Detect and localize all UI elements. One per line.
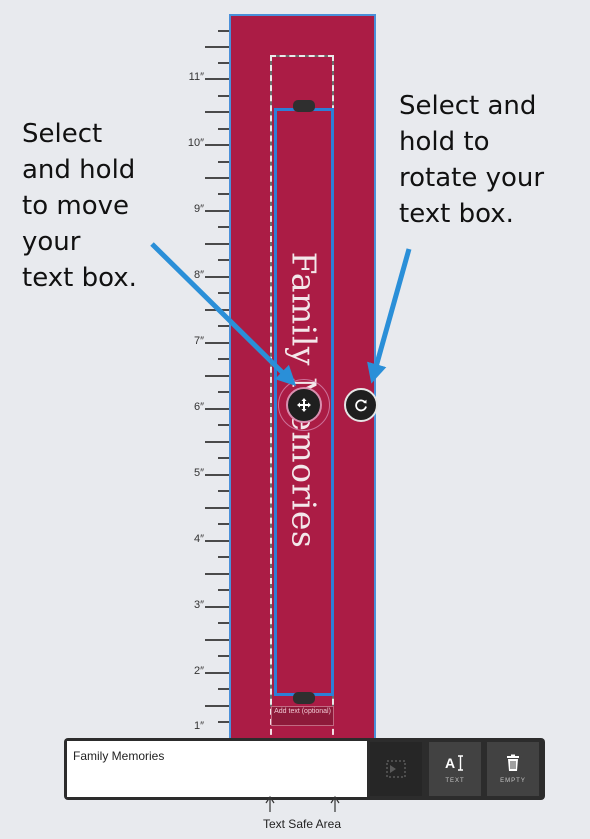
- ruler-label-3: 3″: [193, 599, 204, 611]
- safe-area-caption: Text Safe Area: [262, 817, 342, 831]
- ruler-label-10: 10″: [187, 137, 204, 149]
- move-arrows-icon: [297, 398, 311, 412]
- empty-button[interactable]: EMPTY: [487, 742, 539, 796]
- ruler-label-1: 1″: [193, 720, 204, 732]
- ruler-tick: [205, 441, 232, 443]
- ruler-label-6: 6″: [193, 401, 204, 413]
- trash-icon: [507, 754, 519, 771]
- ruler-tick: [205, 375, 232, 377]
- ruler-tick-10: [205, 144, 232, 146]
- ruler-label-5: 5″: [193, 467, 204, 479]
- ruler-tick-3: [205, 606, 232, 608]
- ruler-tick-7: [205, 342, 232, 344]
- ruler-tick: [205, 705, 232, 707]
- ruler-label-8: 8″: [193, 269, 204, 281]
- rotate-instruction: Select and hold to rotate your text box.: [399, 88, 544, 232]
- design-canvas: 11″ 10″ 9″ 8″ 7″ 6″ 5″ 4″ 3″ 2″ 1″ Famil…: [0, 0, 590, 839]
- ruler-tick-2: [205, 672, 232, 674]
- ruler-label-9: 9″: [193, 203, 204, 215]
- ruler-label-4: 4″: [193, 533, 204, 545]
- ruler-tick: [205, 573, 232, 575]
- ruler-label-11: 11″: [188, 71, 204, 83]
- add-text-slot[interactable]: Add text (optional): [271, 706, 334, 726]
- text-cursor-icon: A: [445, 755, 463, 771]
- ruler-tick-4: [205, 540, 232, 542]
- ruler-tick-11: [205, 78, 232, 80]
- move-handle-button[interactable]: [286, 387, 322, 423]
- move-instruction: Select and hold to move your text box.: [22, 116, 137, 296]
- resize-handle-top[interactable]: [293, 100, 315, 112]
- rotate-instruction-line: hold to: [399, 127, 490, 157]
- move-instruction-line: text box.: [22, 263, 137, 293]
- move-instruction-line: and hold: [22, 155, 136, 185]
- rotate-icon: [355, 399, 367, 412]
- rotate-handle-button[interactable]: [344, 388, 378, 422]
- ruler-tick-5: [205, 474, 232, 476]
- resize-handle-bottom[interactable]: [293, 692, 315, 704]
- move-instruction-line: Select: [22, 119, 103, 149]
- ruler-tick: [205, 639, 232, 641]
- ruler-tick: [205, 111, 232, 113]
- ruler-tick: [205, 309, 232, 311]
- alignment-button[interactable]: [370, 742, 422, 796]
- ruler-tick-9: [205, 210, 232, 212]
- ruler-tick: [205, 243, 232, 245]
- ruler-tick: [205, 507, 232, 509]
- ruler-tick: [205, 177, 232, 179]
- ruler-label-2: 2″: [193, 665, 204, 677]
- text-input[interactable]: Family Memories: [67, 741, 367, 797]
- text-button-label: TEXT: [445, 778, 465, 784]
- rotate-instruction-line: rotate your: [399, 163, 545, 193]
- ruler-tick-6: [205, 408, 232, 410]
- rotate-callout-arrow: [367, 248, 412, 384]
- ruler-label-7: 7″: [193, 335, 204, 347]
- text-button[interactable]: A TEXT: [429, 742, 481, 796]
- rotate-instruction-line: Select and: [399, 91, 537, 121]
- empty-button-label: EMPTY: [500, 778, 526, 784]
- ruler: 11″ 10″ 9″ 8″ 7″ 6″ 5″ 4″ 3″ 2″ 1″: [0, 0, 232, 760]
- ruler-tick: [205, 46, 232, 48]
- ruler-tick-8: [205, 276, 232, 278]
- rotate-instruction-line: text box.: [399, 199, 514, 229]
- svg-text:A: A: [445, 755, 456, 771]
- alignment-icon: [386, 760, 406, 778]
- move-instruction-line: your: [22, 227, 81, 257]
- move-instruction-line: to move: [22, 191, 129, 221]
